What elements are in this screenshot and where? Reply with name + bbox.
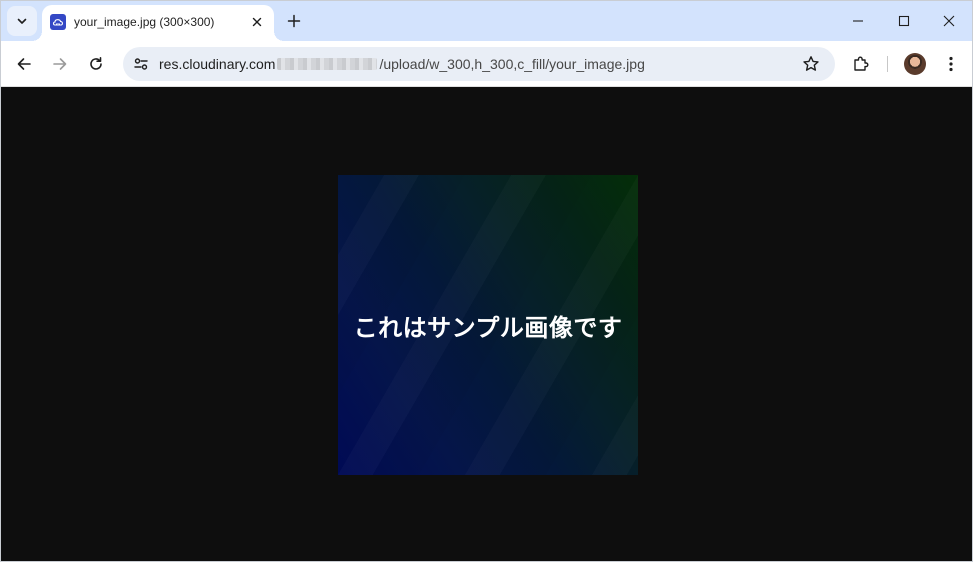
cloudinary-logo-icon: [50, 14, 66, 30]
tab-title: your_image.jpg (300×300): [74, 15, 215, 29]
menu-button[interactable]: [937, 50, 965, 78]
maximize-button[interactable]: [881, 5, 927, 37]
site-info-button[interactable]: [129, 52, 153, 76]
forward-button[interactable]: [46, 50, 74, 78]
url-path: /upload/w_300,h_300,c_fill/your_image.jp…: [379, 56, 645, 72]
extensions-button[interactable]: [847, 50, 875, 78]
close-icon: [943, 15, 955, 27]
address-bar[interactable]: res.cloudinary.com /upload/w_300,h_300,c…: [123, 47, 835, 81]
new-tab-button[interactable]: [283, 10, 305, 32]
minimize-button[interactable]: [835, 5, 881, 37]
plus-icon: [287, 14, 301, 28]
minimize-icon: [852, 15, 864, 27]
toolbar: res.cloudinary.com /upload/w_300,h_300,c…: [1, 41, 972, 87]
chevron-down-icon: [16, 15, 28, 27]
page-content: これはサンプル画像です: [1, 88, 972, 561]
maximize-icon: [898, 15, 910, 27]
bookmark-button[interactable]: [799, 52, 823, 76]
star-icon: [802, 55, 820, 73]
close-icon: [252, 17, 262, 27]
arrow-left-icon: [16, 56, 32, 72]
active-tab[interactable]: your_image.jpg (300×300): [32, 5, 284, 41]
puzzle-icon: [852, 55, 870, 73]
browser-window: your_image.jpg (300×300) res.cloudinary.…: [0, 0, 973, 562]
url-host: res.cloudinary.com: [159, 56, 276, 72]
reload-button[interactable]: [82, 50, 110, 78]
arrow-right-icon: [52, 56, 68, 72]
url-text[interactable]: res.cloudinary.com /upload/w_300,h_300,c…: [159, 56, 645, 72]
image-caption: これはサンプル画像です: [353, 313, 623, 342]
displayed-image[interactable]: これはサンプル画像です: [338, 175, 638, 475]
tune-icon: [133, 56, 149, 72]
reload-icon: [88, 56, 104, 72]
close-window-button[interactable]: [926, 5, 972, 37]
avatar[interactable]: [904, 53, 926, 75]
tab-close-button[interactable]: [247, 12, 267, 32]
toolbar-separator: [887, 56, 888, 72]
tab-strip: your_image.jpg (300×300): [1, 1, 972, 41]
kebab-menu-icon: [949, 56, 953, 72]
back-button[interactable]: [10, 50, 38, 78]
redacted-url-segment: [277, 58, 378, 70]
